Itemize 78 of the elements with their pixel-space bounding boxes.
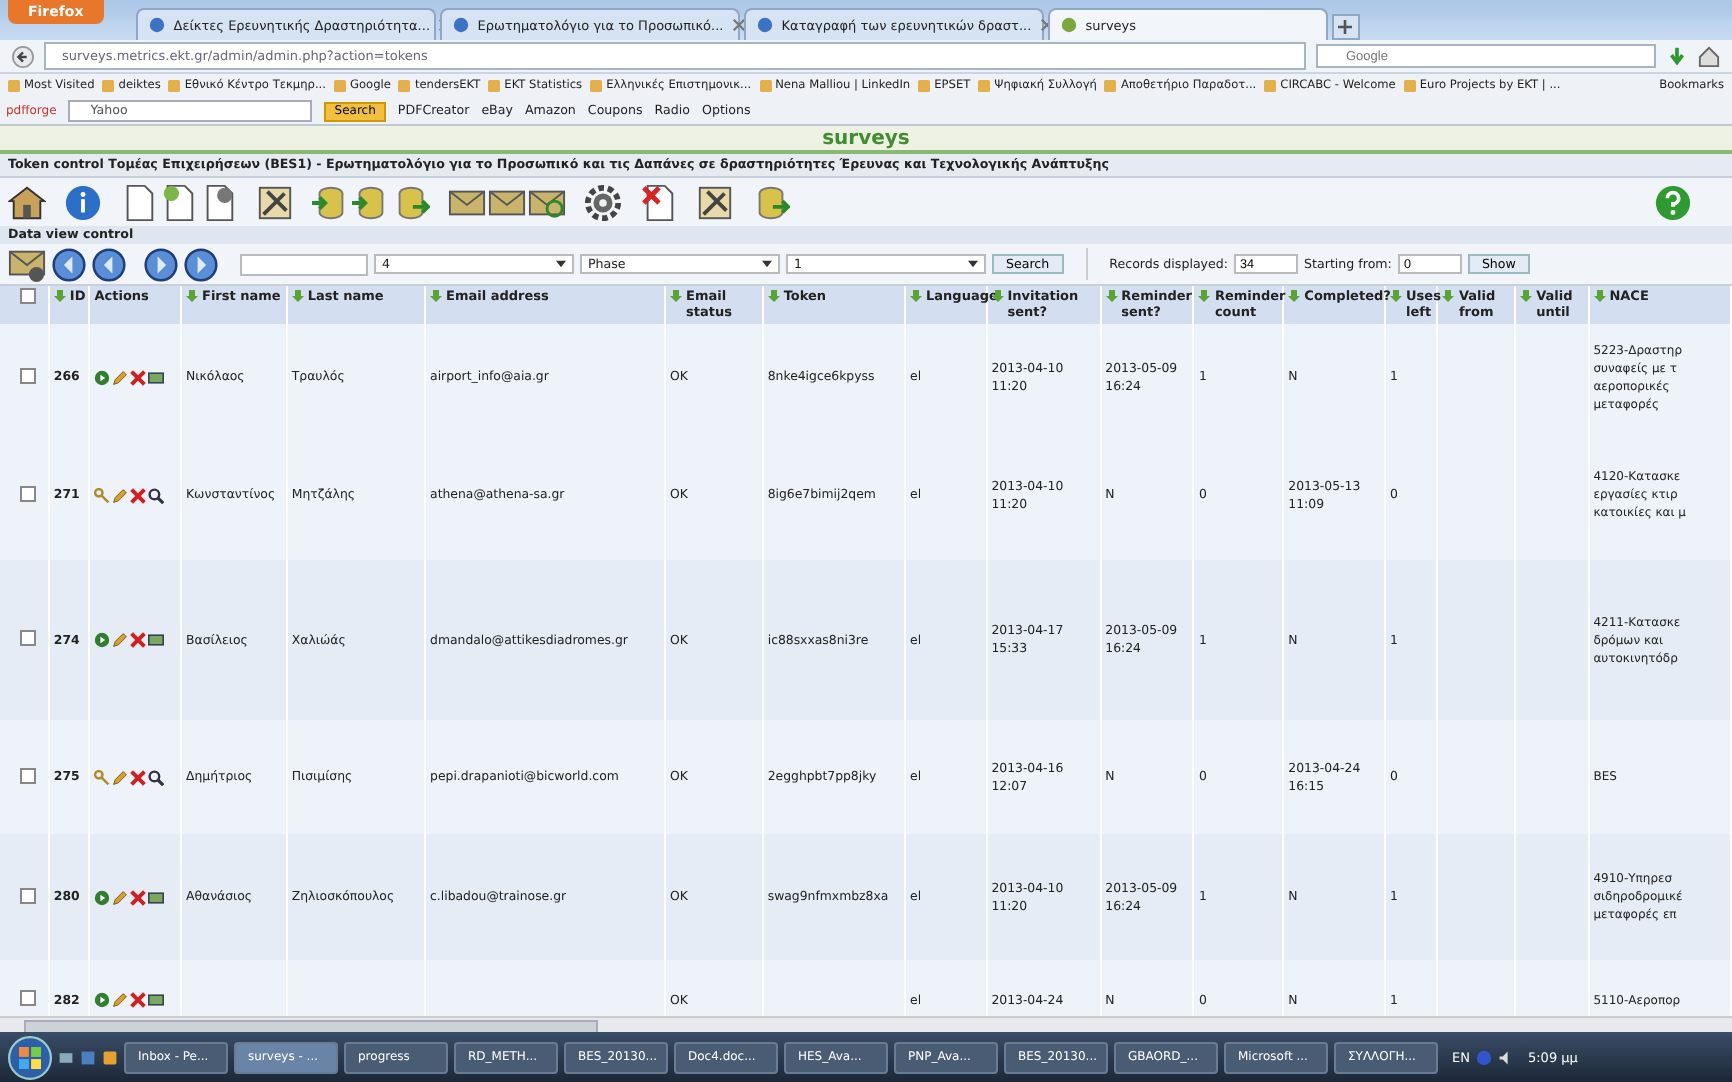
last-page-icon[interactable] — [184, 247, 218, 281]
speaker-icon[interactable] — [1497, 1049, 1514, 1065]
dropdown-icon — [762, 260, 772, 268]
row-checkbox[interactable] — [20, 367, 36, 383]
page-icon — [755, 16, 774, 34]
delete-icon[interactable] — [130, 992, 147, 1008]
new-tab-button[interactable] — [1331, 14, 1360, 40]
page-icon — [147, 16, 166, 34]
key-icon[interactable] — [94, 769, 111, 785]
delete-icon[interactable] — [130, 889, 147, 905]
envelope-icon[interactable] — [148, 632, 165, 648]
bookmark-icon — [102, 80, 115, 92]
next-page-icon[interactable] — [144, 247, 178, 281]
bookmark-icon — [488, 80, 501, 92]
row-checkbox[interactable] — [20, 485, 36, 501]
pencil-icon[interactable] — [112, 632, 129, 648]
envelope-gear-icon[interactable] — [8, 245, 46, 283]
envelope-icon[interactable] — [148, 992, 165, 1008]
search-icon[interactable] — [148, 769, 165, 785]
delete-icon[interactable] — [130, 632, 147, 648]
start-button[interactable] — [8, 1035, 52, 1079]
pencil-icon[interactable] — [112, 369, 129, 385]
bookmark-icon — [1104, 80, 1117, 92]
first-page-icon[interactable] — [52, 247, 86, 281]
page-icon — [1059, 16, 1078, 34]
pencil-icon[interactable] — [112, 992, 129, 1008]
dropdown-icon — [556, 260, 566, 268]
gear-icon[interactable] — [584, 183, 622, 221]
envelope-icon[interactable] — [148, 889, 165, 905]
bookmark-icon — [1403, 80, 1416, 92]
filter-field[interactable] — [240, 253, 368, 275]
prev-page-icon[interactable] — [92, 247, 126, 281]
delete-icon[interactable] — [130, 769, 147, 785]
search-icon[interactable] — [148, 487, 165, 503]
bookmark-icon — [1264, 80, 1277, 92]
page-icon — [451, 16, 470, 34]
download-icon[interactable] — [1666, 45, 1688, 67]
select-all-checkbox[interactable] — [20, 288, 36, 304]
bookmark-icon — [590, 80, 603, 92]
row-checkbox[interactable] — [20, 887, 36, 903]
back-icon[interactable] — [12, 45, 34, 67]
delete-icon[interactable] — [130, 369, 147, 385]
window-icon[interactable] — [80, 1049, 96, 1065]
row-checkbox[interactable] — [20, 630, 36, 646]
bookmark-icon — [978, 80, 991, 92]
play-icon[interactable] — [94, 632, 111, 648]
delete-document-icon[interactable] — [640, 183, 678, 221]
pencil-icon[interactable] — [112, 769, 129, 785]
tools-icon[interactable] — [696, 183, 734, 221]
dropdown-icon — [968, 260, 978, 268]
play-icon[interactable] — [94, 369, 111, 385]
play-icon[interactable] — [94, 889, 111, 905]
help-icon[interactable] — [1654, 183, 1692, 221]
close-icon[interactable] — [1039, 18, 1054, 32]
bookmark-icon — [398, 80, 411, 92]
plus-icon — [1338, 20, 1353, 34]
envelope-icon[interactable] — [148, 369, 165, 385]
bookmark-icon — [918, 80, 931, 92]
play-icon[interactable] — [94, 992, 111, 1008]
bookmark-icon — [759, 80, 772, 92]
info-icon[interactable] — [64, 183, 102, 221]
desktop-icon[interactable] — [58, 1049, 74, 1065]
pencil-icon[interactable] — [112, 487, 129, 503]
tools-icon[interactable] — [256, 183, 294, 221]
bookmark-icon — [168, 80, 181, 92]
home-icon[interactable] — [1698, 45, 1720, 67]
close-icon[interactable] — [731, 18, 746, 32]
delete-icon[interactable] — [130, 487, 147, 503]
key-icon[interactable] — [94, 487, 111, 503]
row-checkbox[interactable] — [20, 767, 36, 783]
app-icon[interactable] — [102, 1049, 118, 1065]
pencil-icon[interactable] — [112, 889, 129, 905]
add-document-icon[interactable] — [160, 183, 198, 221]
bookmark-icon — [333, 80, 346, 92]
home-icon[interactable] — [8, 183, 46, 221]
row-checkbox[interactable] — [20, 990, 36, 1006]
site-title: surveys — [822, 127, 910, 149]
bookmark-icon — [8, 80, 20, 92]
